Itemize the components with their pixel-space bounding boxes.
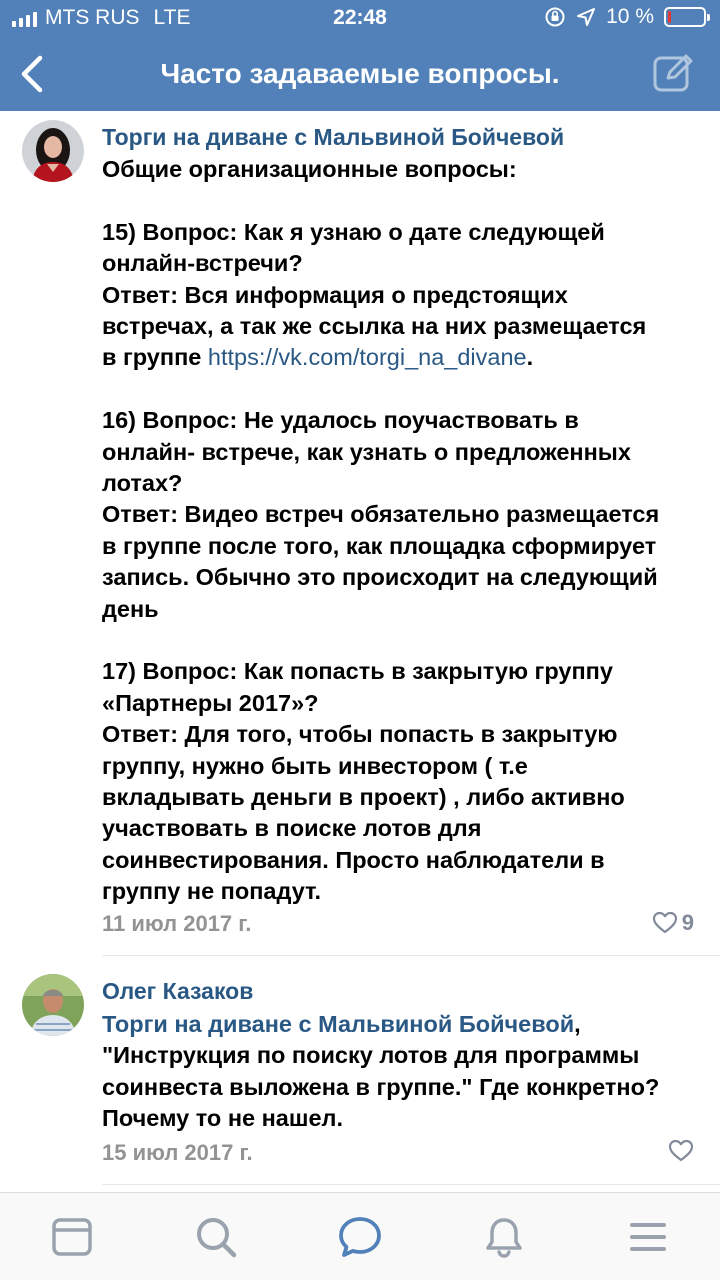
text-line: встречах, а так же ссылка на них размеща…	[102, 313, 647, 340]
comment-date[interactable]: 11 июл 2017 г.	[102, 911, 251, 937]
text-line: в группе после того, как площадка сформи…	[102, 532, 657, 559]
link-line: в группе https://vk.com/torgi_na_divane.	[102, 342, 702, 373]
comment-author[interactable]: Олег Казаков	[102, 978, 253, 1005]
heart-icon	[668, 1139, 694, 1162]
menu-icon[interactable]	[626, 1215, 670, 1259]
text-line: вкладывать деньги в проект) , либо актив…	[102, 784, 625, 811]
text-line: лотах?	[102, 470, 183, 497]
text-line: группу не попадут.	[102, 878, 322, 905]
comment-date[interactable]: 15 июл 2017 г.	[102, 1140, 253, 1166]
nav-bar: Часто задаваемые вопросы.	[0, 36, 720, 111]
rotation-lock-icon	[545, 7, 565, 27]
location-icon	[577, 8, 596, 26]
comment-text: Общие организационные вопросы: 15) Вопрос…	[102, 154, 702, 908]
top-bar: MTS RUS LTE 22:48 10 % Часто задаваемые …	[0, 0, 720, 111]
text-line	[102, 625, 702, 656]
avatar[interactable]	[22, 120, 84, 182]
news-icon[interactable]	[50, 1215, 94, 1259]
text-line	[102, 374, 702, 405]
text-line: Ответ: Вся информация о предстоящих	[102, 281, 568, 308]
battery-icon	[664, 7, 710, 27]
search-icon[interactable]	[194, 1215, 238, 1259]
text-line: 17) Вопрос: Как попасть в закрытую групп…	[102, 658, 613, 685]
avatar-image	[22, 974, 84, 1036]
comment-divider	[102, 1184, 720, 1185]
battery-level	[668, 11, 671, 23]
battery-percent: 10 %	[606, 5, 654, 28]
group-link[interactable]: https://vk.com/torgi_na_divane	[208, 344, 527, 370]
text-line: Общие организационные вопросы:	[102, 156, 517, 182]
comment-text: Торги на диване с Мальвиной Бойчевой, "И…	[102, 1009, 702, 1135]
like-button[interactable]	[668, 1139, 694, 1163]
text-line: онлайн- встрече, как узнать о предложенн…	[102, 438, 631, 465]
avatar[interactable]	[22, 974, 84, 1036]
mention-line: Торги на диване с Мальвиной Бойчевой,	[102, 1009, 702, 1040]
like-button[interactable]: 9	[652, 910, 694, 936]
text-line: участвовать в поиске лотов для	[102, 815, 482, 842]
text-line	[102, 185, 702, 216]
page-title: Часто задаваемые вопросы.	[160, 58, 560, 89]
heart-icon	[652, 911, 677, 934]
text-line: группу, нужно быть инвестором ( т.е	[102, 752, 528, 779]
mention-suffix: ,	[574, 1011, 581, 1037]
status-bar: MTS RUS LTE 22:48 10 %	[0, 0, 720, 36]
avatar-image	[22, 120, 84, 182]
text-line: соинвеста выложена в группе." Где конкре…	[102, 1073, 660, 1100]
status-right: 10 %	[544, 5, 710, 29]
comment-author[interactable]: Торги на диване с Мальвиной Бойчевой	[102, 124, 564, 151]
text-line: Ответ: Видео встреч обязательно размещае…	[102, 501, 660, 528]
text-line: онлайн-встречи?	[102, 250, 303, 277]
text-line: день	[102, 595, 159, 622]
messages-icon[interactable]	[338, 1215, 382, 1259]
link-line-suffix: .	[526, 344, 534, 371]
text-line: 15) Вопрос: Как я узнаю о дате следующей	[102, 218, 605, 245]
text-line: Ответ: Для того, чтобы попасть в закрыту…	[102, 721, 618, 748]
tab-bar	[0, 1192, 720, 1280]
text-line: 16) Вопрос: Не удалось поучаствовать в	[102, 407, 579, 434]
like-count: 9	[681, 910, 694, 935]
text-line: соинвестирования. Просто наблюдатели в	[102, 846, 605, 873]
mention-link[interactable]: Торги на диване с Мальвиной Бойчевой	[102, 1011, 574, 1037]
notifications-icon[interactable]	[482, 1215, 526, 1259]
text-line: запись. Обычно это происходит на следующ…	[102, 564, 658, 591]
text-line: "Инструкция по поиску лотов для программ…	[102, 1042, 640, 1069]
edit-icon[interactable]	[652, 52, 694, 94]
comment-divider	[102, 955, 720, 956]
link-line-prefix: в группе	[102, 344, 208, 371]
text-line: «Партнеры 2017»?	[102, 689, 319, 716]
text-line: Почему то не нашел.	[102, 1105, 343, 1132]
